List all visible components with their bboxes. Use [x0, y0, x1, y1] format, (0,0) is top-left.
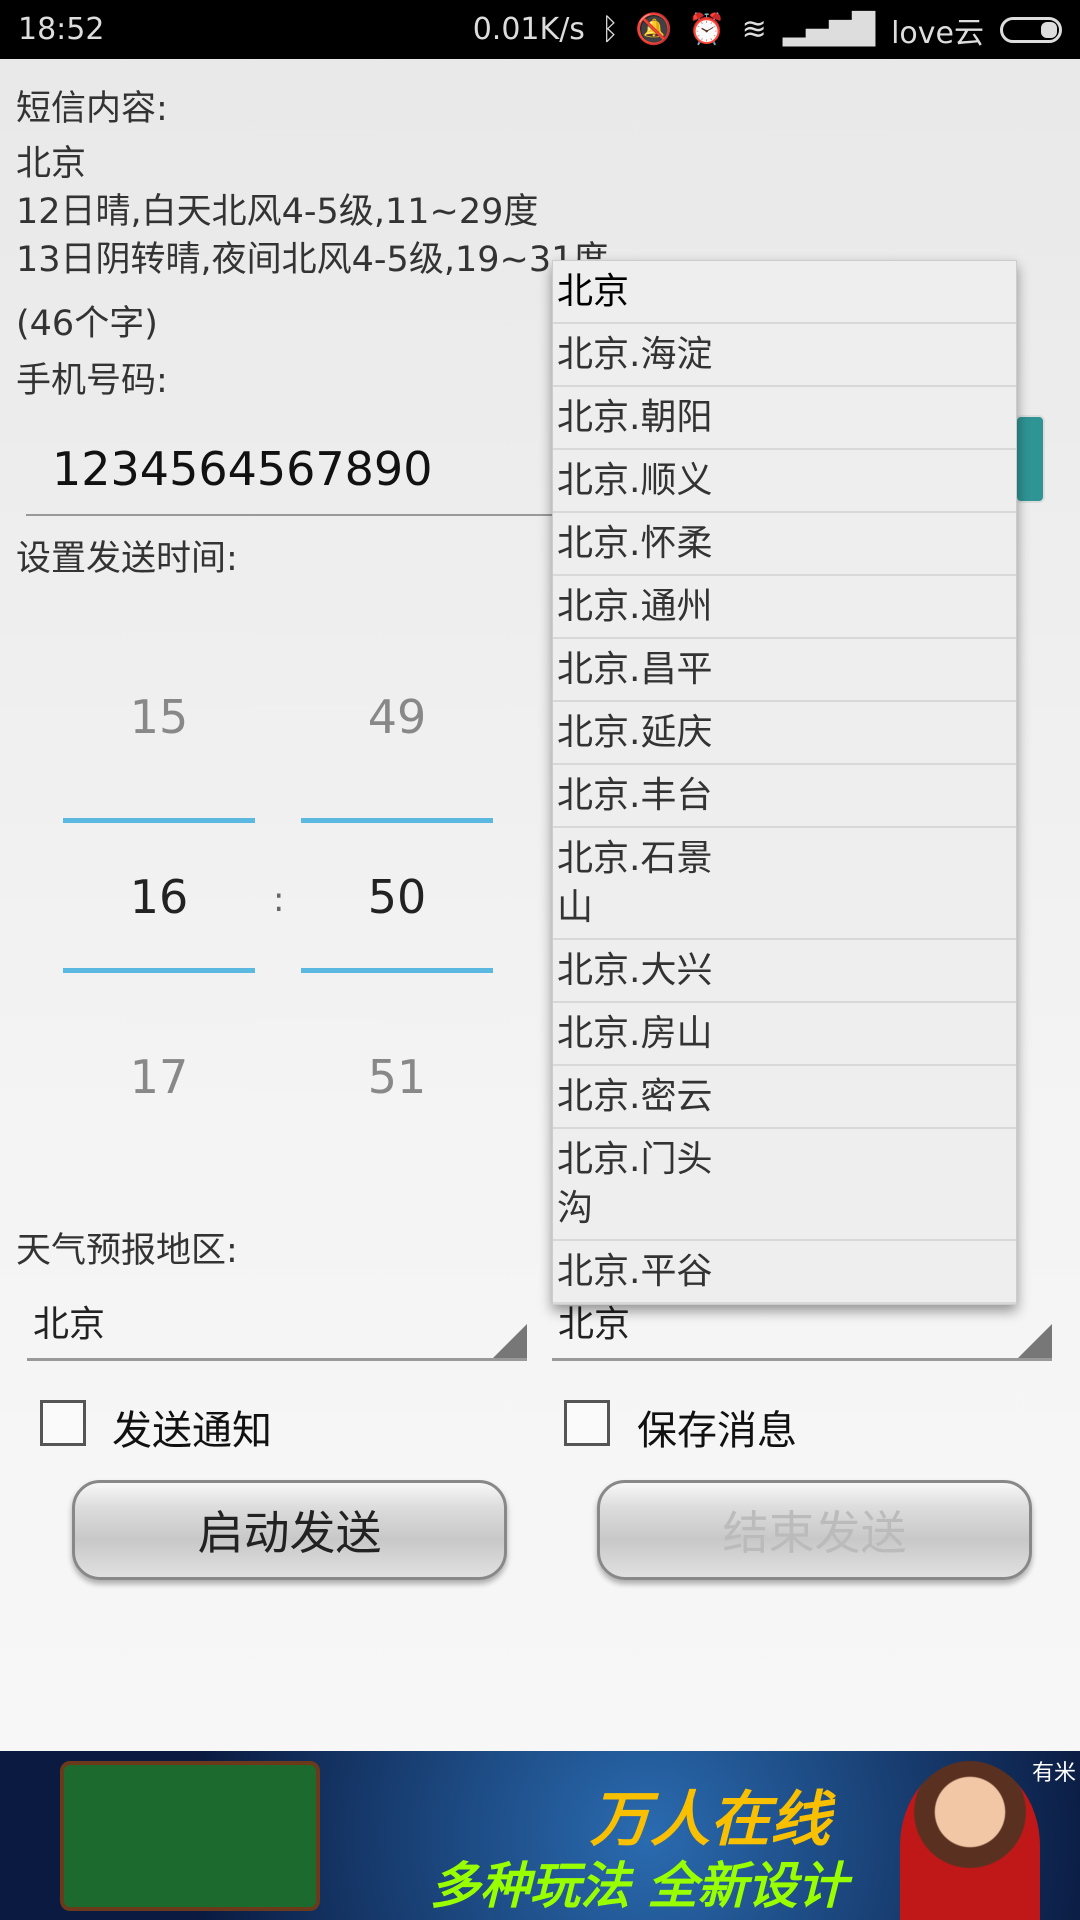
char-count: (46个字)	[16, 304, 158, 344]
minute-picker[interactable]: 50	[301, 870, 493, 924]
dropdown-item-label: 北京.通州	[557, 586, 713, 627]
contacts-button[interactable]	[1015, 415, 1045, 503]
save-label: 保存消息	[637, 1408, 797, 1454]
dropdown-item-label: 北京.丰台	[557, 775, 713, 816]
dropdown-item-label: 北京.朝阳	[557, 397, 713, 438]
dropdown-item[interactable]: 北京.房山	[553, 1003, 1016, 1066]
time-label: 设置发送时间:	[16, 539, 238, 579]
hour-prev[interactable]: 15	[63, 690, 255, 744]
dropdown-item[interactable]: 北京.海淀	[553, 324, 1016, 387]
sms-label: 短信内容:	[16, 89, 168, 129]
dropdown-item-label: 北京.门头沟	[557, 1139, 713, 1229]
minute-prev[interactable]: 49	[301, 690, 493, 744]
dropdown-item-label: 北京.昌平	[557, 649, 713, 690]
phone-label: 手机号码:	[16, 361, 168, 401]
notify-label: 发送通知	[112, 1408, 272, 1454]
ad-subline: 多种玩法 全新设计	[430, 1857, 848, 1915]
phone-input[interactable]: 1234564567890	[26, 430, 566, 516]
dropdown-item[interactable]: 北京.延庆	[553, 702, 1016, 765]
net-speed: 0.01K/s	[472, 12, 585, 47]
dropdown-item[interactable]: 北京.石景山	[553, 828, 1016, 940]
spinner-value: 北京	[558, 1304, 631, 1345]
dropdown-item-label: 北京.房山	[557, 1013, 713, 1054]
wifi-icon: ≋	[741, 12, 767, 47]
dropdown-item-label: 北京.密云	[557, 1076, 713, 1117]
dropdown-arrow-icon	[493, 1324, 527, 1358]
dropdown-item[interactable]: 北京.丰台	[553, 765, 1016, 828]
region-spinner-1[interactable]: 北京	[27, 1277, 527, 1361]
minute-divider	[301, 968, 493, 973]
dropdown-item-label: 北京.顺义	[557, 460, 713, 501]
hour-picker[interactable]: 16	[63, 870, 255, 924]
ad-banner[interactable]: 万人在线 多种玩法 全新设计 有米	[0, 1751, 1080, 1920]
dropdown-item[interactable]: 北京.大兴	[553, 940, 1016, 1003]
dropdown-item[interactable]: 北京.顺义	[553, 450, 1016, 513]
dropdown-item[interactable]: 北京.密云	[553, 1066, 1016, 1129]
dropdown-item-label: 北京	[557, 271, 630, 312]
region-label: 天气预报地区:	[16, 1231, 238, 1271]
mute-icon: 🔕	[634, 12, 673, 47]
dropdown-item[interactable]: 北京.怀柔	[553, 513, 1016, 576]
dropdown-item[interactable]: 北京.通州	[553, 576, 1016, 639]
ad-character-image	[900, 1761, 1040, 1920]
dropdown-item[interactable]: 北京.朝阳	[553, 387, 1016, 450]
dropdown-item[interactable]: 北京.平谷	[553, 1241, 1016, 1304]
dropdown-item-label: 北京.平谷	[557, 1251, 713, 1292]
hour-next[interactable]: 17	[63, 1050, 255, 1104]
minute-next[interactable]: 51	[301, 1050, 493, 1104]
dropdown-item-label: 北京.石景山	[557, 838, 713, 928]
bluetooth-icon: ᛒ	[600, 12, 619, 47]
sms-line: 13日阴转晴,夜间北风4-5级,19~31度	[16, 240, 609, 280]
alarm-icon: ⏰	[688, 12, 726, 47]
dropdown-item[interactable]: 北京.昌平	[553, 639, 1016, 702]
stop-send-button[interactable]: 结束发送	[597, 1480, 1032, 1580]
sms-line: 12日晴,白天北风4-5级,11~29度	[16, 192, 539, 232]
start-send-button[interactable]: 启动发送	[72, 1480, 507, 1580]
time-separator: :	[273, 880, 285, 920]
ad-game-image	[60, 1761, 320, 1911]
dropdown-item-label: 北京.怀柔	[557, 523, 713, 564]
battery-icon	[1000, 16, 1062, 43]
minute-divider	[301, 818, 493, 823]
ad-headline: 万人在线	[590, 1785, 830, 1855]
status-bar: 18:52 0.01K/s ᛒ 🔕 ⏰ ≋ ▂▄▆█ love云	[0, 0, 1080, 59]
dropdown-item-label: 北京.大兴	[557, 950, 713, 991]
sms-content: 北京 12日晴,白天北风4-5级,11~29度 13日阴转晴,夜间北风4-5级,19…	[16, 140, 608, 284]
notify-checkbox[interactable]	[40, 1400, 86, 1446]
signal-icon: ▂▄▆█	[782, 12, 876, 47]
sms-line: 北京	[16, 144, 87, 184]
dropdown-item[interactable]: 北京	[553, 261, 1016, 324]
hour-divider	[63, 968, 255, 973]
dropdown-item-label: 北京.延庆	[557, 712, 713, 753]
dropdown-arrow-icon	[1018, 1324, 1052, 1358]
region-dropdown-list: 北京北京.海淀北京.朝阳北京.顺义北京.怀柔北京.通州北京.昌平北京.延庆北京.…	[552, 260, 1017, 1305]
save-checkbox[interactable]	[564, 1400, 610, 1446]
hour-divider	[63, 818, 255, 823]
spinner-value: 北京	[33, 1304, 106, 1345]
status-time: 18:52	[18, 12, 105, 47]
carrier: love云	[891, 15, 984, 51]
dropdown-item[interactable]: 北京.门头沟	[553, 1129, 1016, 1241]
dropdown-item-label: 北京.海淀	[557, 334, 713, 375]
ad-tag: 有米	[1031, 1761, 1076, 1786]
